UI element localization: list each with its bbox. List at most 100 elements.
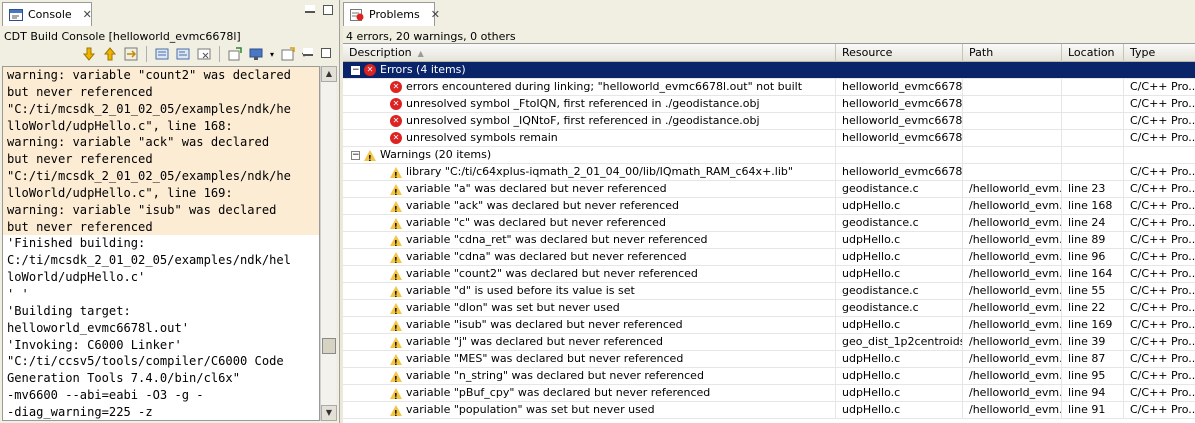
table-row[interactable]: variable "MES" was declared but never re…: [343, 351, 1195, 368]
open-console-icon[interactable]: [279, 45, 297, 63]
column-header-location[interactable]: Location: [1062, 44, 1124, 62]
table-row[interactable]: variable "a" was declared but never refe…: [343, 181, 1195, 198]
problems-view: Problems ✕ 4 errors, 20 warnings, 0 othe…: [343, 0, 1195, 423]
pin-console-icon[interactable]: [226, 45, 244, 63]
collapse-icon[interactable]: −: [351, 65, 360, 75]
table-row[interactable]: variable "ack" was declared but never re…: [343, 198, 1195, 215]
console-line: but never referenced: [3, 151, 319, 169]
warning-icon: [364, 149, 376, 163]
table-row[interactable]: ✕ errors encountered during linking; "hel…: [343, 79, 1195, 96]
cell-type: C/C++ Pro...: [1130, 284, 1195, 297]
warning-icon: [390, 302, 402, 316]
link-icon[interactable]: [122, 45, 140, 63]
cell-path: /helloworld_evm...: [963, 249, 1062, 265]
description-text: Errors (4 items): [380, 63, 466, 76]
cell-description: variable "isub" was declared but never r…: [343, 317, 836, 333]
table-row[interactable]: variable "dlon" was set but never used ge…: [343, 300, 1195, 317]
scroll-up-icon[interactable]: ▲: [321, 66, 337, 82]
console-scrollbar[interactable]: ▲ ▼: [320, 66, 337, 421]
cell-resource: udpHello.c: [836, 232, 963, 248]
table-row[interactable]: variable "cdna_ret" was declared but nev…: [343, 232, 1195, 249]
group-row[interactable]: − Warnings (20 items): [343, 147, 1195, 164]
table-header: Description ▲ Resource Path Location Type: [343, 44, 1195, 62]
close-icon[interactable]: ✕: [83, 8, 92, 21]
next-error-icon[interactable]: [80, 45, 98, 63]
console-tab[interactable]: Console ✕: [2, 2, 92, 26]
description-text: variable "MES" was declared but never re…: [406, 352, 684, 365]
collapse-icon[interactable]: −: [351, 150, 360, 160]
table-row[interactable]: ✕ unresolved symbol _FtoIQN, first refere…: [343, 96, 1195, 113]
table-row[interactable]: variable "population" was set but never …: [343, 402, 1195, 419]
cell-path: /helloworld_evm...: [963, 232, 1062, 248]
warning-icon: [390, 217, 402, 231]
cell-path: /helloworld_evm...: [963, 334, 1062, 350]
table-row[interactable]: ✕ unresolved symbols remain helloworld_evm…: [343, 130, 1195, 147]
cell-location: line 39: [1062, 334, 1124, 350]
description-text: variable "population" was set but never …: [406, 403, 655, 416]
display-console-icon[interactable]: [247, 45, 265, 63]
console-line: ' ': [7, 286, 29, 301]
console-line: "C:/ti/mcsdk_2_01_02_05/examples/ndk/he: [3, 100, 319, 118]
description-text: variable "cdna" was declared but never r…: [406, 250, 687, 263]
cell-location: line 94: [1062, 385, 1124, 401]
description-text: errors encountered during linking; "hell…: [406, 80, 803, 93]
cell-location: line 22: [1062, 300, 1124, 316]
group-row[interactable]: − ✕ Errors (4 items): [343, 62, 1195, 79]
word-wrap-icon[interactable]: [174, 45, 192, 63]
cell-location: line 55: [1062, 283, 1124, 299]
chevron-down-icon[interactable]: ▾: [268, 45, 276, 63]
previous-error-icon[interactable]: [101, 45, 119, 63]
description-text: variable "dlon" was set but never used: [406, 301, 620, 314]
cell-location: [1062, 96, 1124, 112]
column-header-type[interactable]: Type: [1124, 44, 1195, 62]
maximize-icon[interactable]: [321, 48, 331, 58]
cell-description: variable "pBuf_cpy" was declared but nev…: [343, 385, 836, 401]
column-header-resource[interactable]: Resource: [836, 44, 963, 62]
cell-resource: udpHello.c: [836, 266, 963, 282]
warning-icon: [390, 353, 402, 367]
error-icon: ✕: [364, 64, 376, 76]
problems-tab[interactable]: Problems ✕: [343, 2, 440, 26]
table-row[interactable]: variable "pBuf_cpy" was declared but nev…: [343, 385, 1195, 402]
console-line: lloWorld/udpHello.c", line 169:: [3, 184, 319, 202]
cell-resource: geodistance.c: [836, 283, 963, 299]
cell-resource: helloworld_evmc6678l: [836, 130, 963, 146]
table-row[interactable]: variable "count2" was declared but never…: [343, 266, 1195, 283]
table-row[interactable]: variable "d" is used before its value is…: [343, 283, 1195, 300]
cell-type: C/C++ Pro...: [1130, 233, 1195, 246]
column-header-description[interactable]: Description ▲: [343, 44, 836, 62]
cell-description: variable "cdna_ret" was declared but nev…: [343, 232, 836, 248]
warning-icon: [390, 370, 402, 384]
cell-location: line 168: [1062, 198, 1124, 214]
table-row[interactable]: variable "isub" was declared but never r…: [343, 317, 1195, 334]
table-row[interactable]: variable "n_string" was declared but nev…: [343, 368, 1195, 385]
minimize-icon[interactable]: [305, 5, 315, 13]
description-text: variable "cdna_ret" was declared but nev…: [406, 233, 708, 246]
table-row[interactable]: ✕ unresolved symbol _IQNtoF, first refere…: [343, 113, 1195, 130]
console-view: Console ✕ CDT Build Console [helloworld_…: [0, 0, 340, 423]
minimize-icon[interactable]: [303, 48, 313, 56]
cell-description: variable "n_string" was declared but nev…: [343, 368, 836, 384]
table-row[interactable]: variable "j" was declared but never refe…: [343, 334, 1195, 351]
scroll-lock-icon[interactable]: [153, 45, 171, 63]
cell-resource: geodistance.c: [836, 300, 963, 316]
cell-resource: helloworld_evmc6678l: [836, 164, 963, 180]
cell-type: C/C++ Pro...: [1130, 318, 1195, 331]
cell-path: /helloworld_evm...: [963, 181, 1062, 197]
table-row[interactable]: library "C:/ti/c64xplus-iqmath_2_01_04_0…: [343, 164, 1195, 181]
table-row[interactable]: variable "cdna" was declared but never r…: [343, 249, 1195, 266]
scroll-down-icon[interactable]: ▼: [321, 405, 337, 421]
cell-path: /helloworld_evm...: [963, 266, 1062, 282]
cell-description: variable "ack" was declared but never re…: [343, 198, 836, 214]
maximize-icon[interactable]: [323, 5, 333, 15]
column-header-path[interactable]: Path: [963, 44, 1062, 62]
table-row[interactable]: variable "c" was declared but never refe…: [343, 215, 1195, 232]
console-output[interactable]: warning: variable "count2" was declared b…: [2, 66, 320, 421]
clear-console-icon[interactable]: [195, 45, 213, 63]
close-icon[interactable]: ✕: [431, 8, 440, 21]
description-text: variable "d" is used before its value is…: [406, 284, 635, 297]
scroll-thumb[interactable]: [322, 338, 336, 354]
console-line: -diag_warning=225 -z: [7, 404, 153, 419]
console-line: warning: variable "ack" was declared: [3, 134, 319, 152]
cell-resource: udpHello.c: [836, 351, 963, 367]
